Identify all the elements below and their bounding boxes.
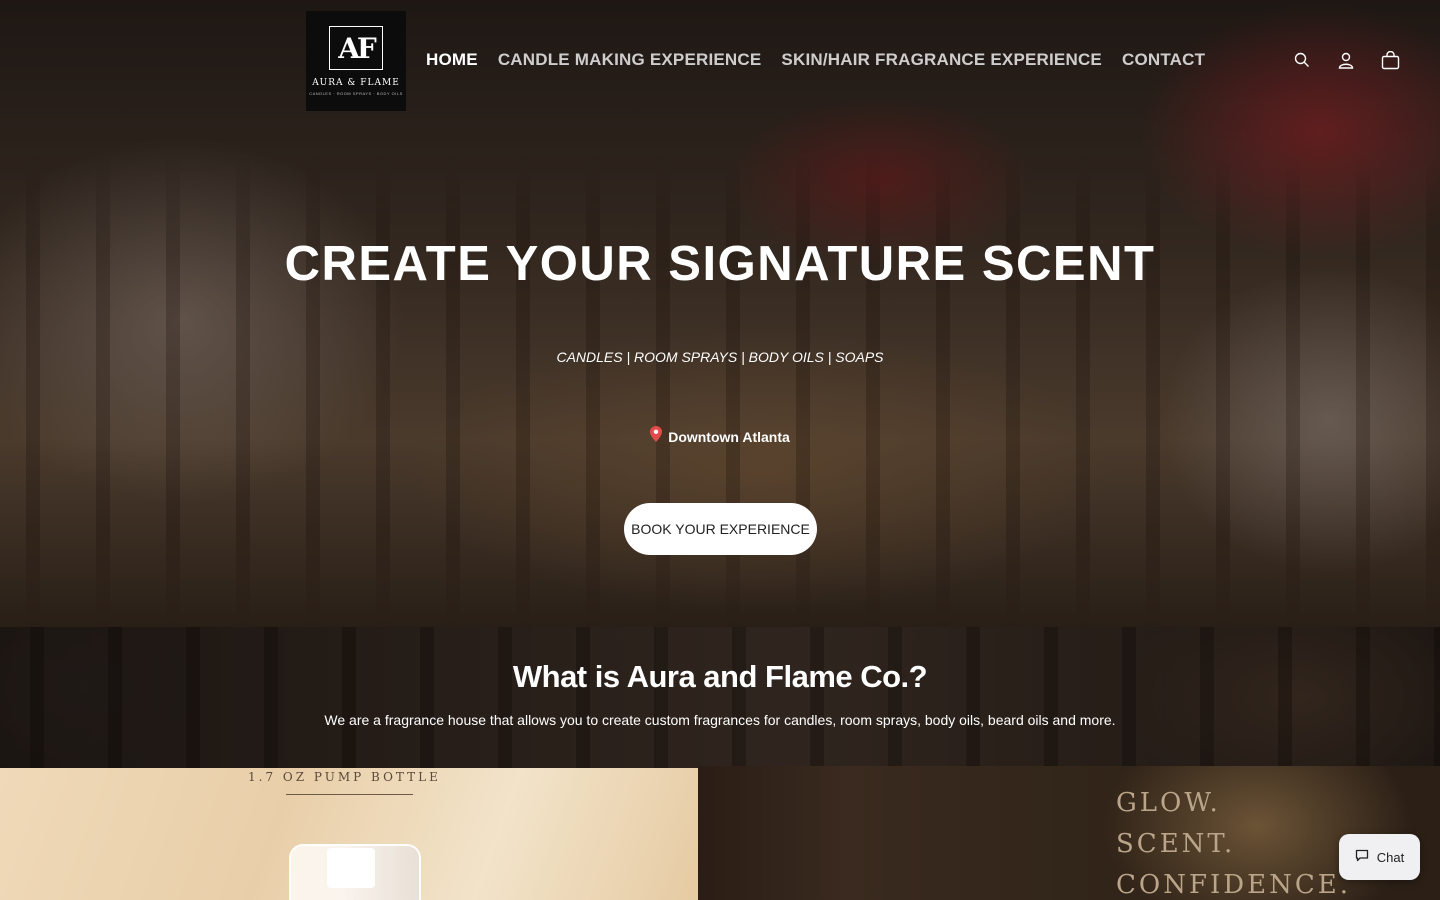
- chat-label: Chat: [1376, 849, 1405, 865]
- logo-wordmark: AURA & FLAME: [312, 78, 400, 88]
- about-title: What is Aura and Flame Co.?: [512, 659, 928, 694]
- book-experience-button[interactable]: BOOK YOUR EXPERIENCE: [624, 503, 817, 555]
- chat-bubble-icon: [1355, 849, 1369, 865]
- confidence-line: CONFIDENCE.: [1116, 870, 1351, 900]
- hero-subtitle: CANDLES | ROOM SPRAYS | BODY OILS | SOAP…: [556, 349, 884, 365]
- bottle-pump-image: [327, 848, 375, 888]
- product-tile-glow[interactable]: GLOW. SCENT. CONFIDENCE.: [698, 766, 1440, 900]
- nav-contact[interactable]: CONTACT: [1112, 46, 1215, 74]
- about-overlay: [0, 627, 1440, 768]
- brand-logo[interactable]: AF AURA & FLAME CANDLES · ROOM SPRAYS · …: [306, 11, 406, 111]
- hero-location: Downtown Atlanta: [0, 426, 1440, 445]
- pump-bottle-caption: 1.7 OZ PUMP BOTTLE: [248, 770, 441, 784]
- account-icon[interactable]: [1334, 46, 1358, 74]
- cart-icon[interactable]: [1378, 46, 1402, 74]
- header-actions: [1290, 46, 1402, 74]
- location-text: Downtown Atlanta: [668, 429, 790, 445]
- site-header: AF AURA & FLAME CANDLES · ROOM SPRAYS · …: [0, 0, 1440, 120]
- main-nav: HOME CANDLE MAKING EXPERIENCE SKIN/HAIR …: [416, 46, 1215, 74]
- chat-button[interactable]: Chat: [1339, 834, 1420, 880]
- nav-skin-hair-fragrance-experience[interactable]: SKIN/HAIR FRAGRANCE EXPERIENCE: [771, 46, 1112, 74]
- glow-line: GLOW.: [1116, 788, 1221, 818]
- about-description: We are a fragrance house that allows you…: [324, 712, 1116, 728]
- pin-icon: [650, 426, 663, 445]
- hero-title: CREATE YOUR SIGNATURE SCENT: [284, 237, 1156, 291]
- caption-divider: [286, 794, 413, 795]
- nav-home[interactable]: HOME: [416, 46, 488, 74]
- product-tile-pump-bottle[interactable]: 1.7 OZ PUMP BOTTLE: [0, 768, 698, 900]
- logo-mark: AF: [329, 26, 383, 70]
- logo-tagline: CANDLES · ROOM SPRAYS · BODY OILS: [309, 91, 403, 96]
- search-icon[interactable]: [1290, 46, 1314, 74]
- about-section: What is Aura and Flame Co.? We are a fra…: [0, 627, 1440, 768]
- scent-line: SCENT.: [1116, 829, 1236, 859]
- nav-candle-making-experience[interactable]: CANDLE MAKING EXPERIENCE: [488, 46, 772, 74]
